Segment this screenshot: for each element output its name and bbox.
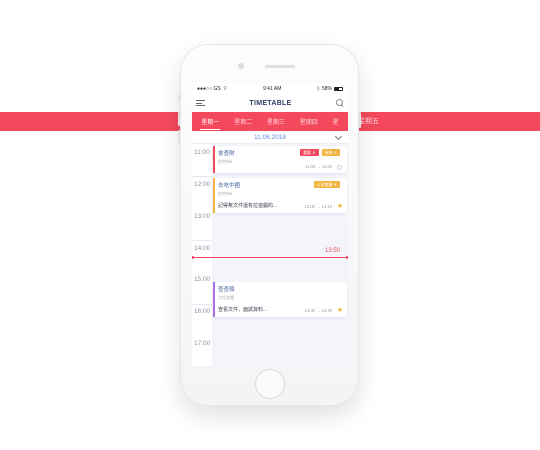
event-time: 11:00 → 11:50 — [305, 164, 332, 169]
event-time: 12:00 → 13:10 — [304, 204, 332, 209]
date-selector[interactable]: 11.06.2018 — [192, 131, 348, 144]
stage: 星期五 ●●●○○ GS ⌔ 9:41 AM ᛒ 58% TIMETABLE 星… — [0, 0, 540, 450]
tag-badge[interactable]: 重要 ✕ — [300, 149, 319, 156]
event-time: 14:30 → 15:40 — [304, 308, 332, 313]
carrier-text: ●●●○○ GS — [197, 86, 221, 92]
current-time-dot — [346, 256, 348, 259]
hour-label: 17:00 — [194, 340, 211, 347]
event-tags: 公司會議 ✕ — [313, 181, 340, 188]
home-button[interactable] — [255, 369, 285, 399]
app-title: TIMETABLE — [249, 99, 292, 107]
tab-tuesday[interactable]: 星期二 — [232, 112, 254, 131]
mute-switch — [178, 94, 180, 102]
hour-label: 13:00 — [194, 213, 211, 220]
status-time: 9:41 AM — [263, 86, 282, 92]
tab-monday[interactable]: 星期一 — [199, 112, 221, 131]
tab-friday[interactable]: 星 — [331, 112, 341, 131]
hour-label: 15:00 — [194, 276, 211, 283]
favorite-empty-icon[interactable] — [337, 165, 342, 170]
star-icon[interactable]: ★ — [337, 203, 343, 210]
event-location: 六巧文館 — [218, 295, 234, 300]
event-card[interactable]: 會查財 台中市9 重要 ✕ 待辦 ✕ 11:00 → 11:50 — [213, 146, 347, 173]
timeline: 11:00 12:00 13:00 14:00 15:00 16:00 17:0… — [192, 144, 348, 366]
hour-label: 14:00 — [194, 245, 211, 252]
battery-percent: 58% — [321, 86, 332, 92]
battery-indicator: ᛒ 58% — [317, 86, 343, 92]
star-icon[interactable]: ★ — [337, 307, 343, 314]
hour-label: 12:00 — [194, 181, 211, 188]
phone-screen: ●●●○○ GS ⌔ 9:41 AM ᛒ 58% TIMETABLE 星期一 星… — [192, 83, 348, 366]
band-label-left: 星期五 — [358, 118, 379, 125]
weekday-tabs: 星期一 星期二 星期三 星期四 星 — [192, 112, 348, 131]
power-button — [359, 112, 361, 128]
app-header: TIMETABLE — [192, 95, 348, 111]
bluetooth-icon: ᛒ — [316, 86, 320, 92]
status-bar: ●●●○○ GS ⌔ 9:41 AM ᛒ 58% — [192, 83, 348, 95]
menu-icon[interactable] — [196, 100, 205, 106]
event-card[interactable]: 去吃中國 台中市9 公司會議 ✕ 記得幫文件還有拉遊戲的... 12:00 → … — [213, 178, 347, 213]
event-location: 台中市9 — [218, 191, 233, 196]
earpiece-speaker — [265, 65, 295, 68]
event-tags: 重要 ✕ 待辦 ✕ — [300, 149, 340, 156]
volume-down-button — [178, 130, 180, 144]
tab-thursday[interactable]: 星期四 — [298, 112, 320, 131]
event-card[interactable]: 查查頭 六巧文館 查看文件，面試資料... 14:30 → 15:40 ★ — [213, 282, 347, 317]
event-accent-bar — [213, 178, 215, 213]
current-time-dot — [192, 256, 194, 259]
volume-up-button — [178, 112, 180, 126]
hour-divider — [192, 240, 212, 241]
hour-label: 11:00 — [194, 149, 210, 156]
search-icon[interactable] — [335, 99, 344, 107]
carrier-signal: ●●●○○ GS ⌔ — [197, 86, 227, 92]
chevron-down-icon[interactable] — [334, 132, 343, 141]
event-title: 查查頭 — [218, 287, 235, 293]
event-accent-bar — [213, 282, 215, 317]
hour-label: 16:00 — [194, 308, 211, 315]
tag-badge[interactable]: 待辦 ✕ — [321, 149, 340, 156]
wifi-icon: ⌔ — [222, 86, 228, 92]
tab-wednesday[interactable]: 星期三 — [265, 112, 287, 131]
hour-divider — [192, 176, 212, 177]
tag-badge[interactable]: 公司會議 ✕ — [313, 181, 340, 188]
current-time-line — [192, 257, 348, 258]
hour-divider — [192, 304, 212, 305]
current-time-label: 13:50 — [324, 248, 340, 254]
front-camera — [238, 63, 244, 69]
battery-icon — [334, 87, 343, 91]
event-accent-bar — [213, 146, 215, 173]
current-date: 11.06.2018 — [253, 133, 287, 141]
